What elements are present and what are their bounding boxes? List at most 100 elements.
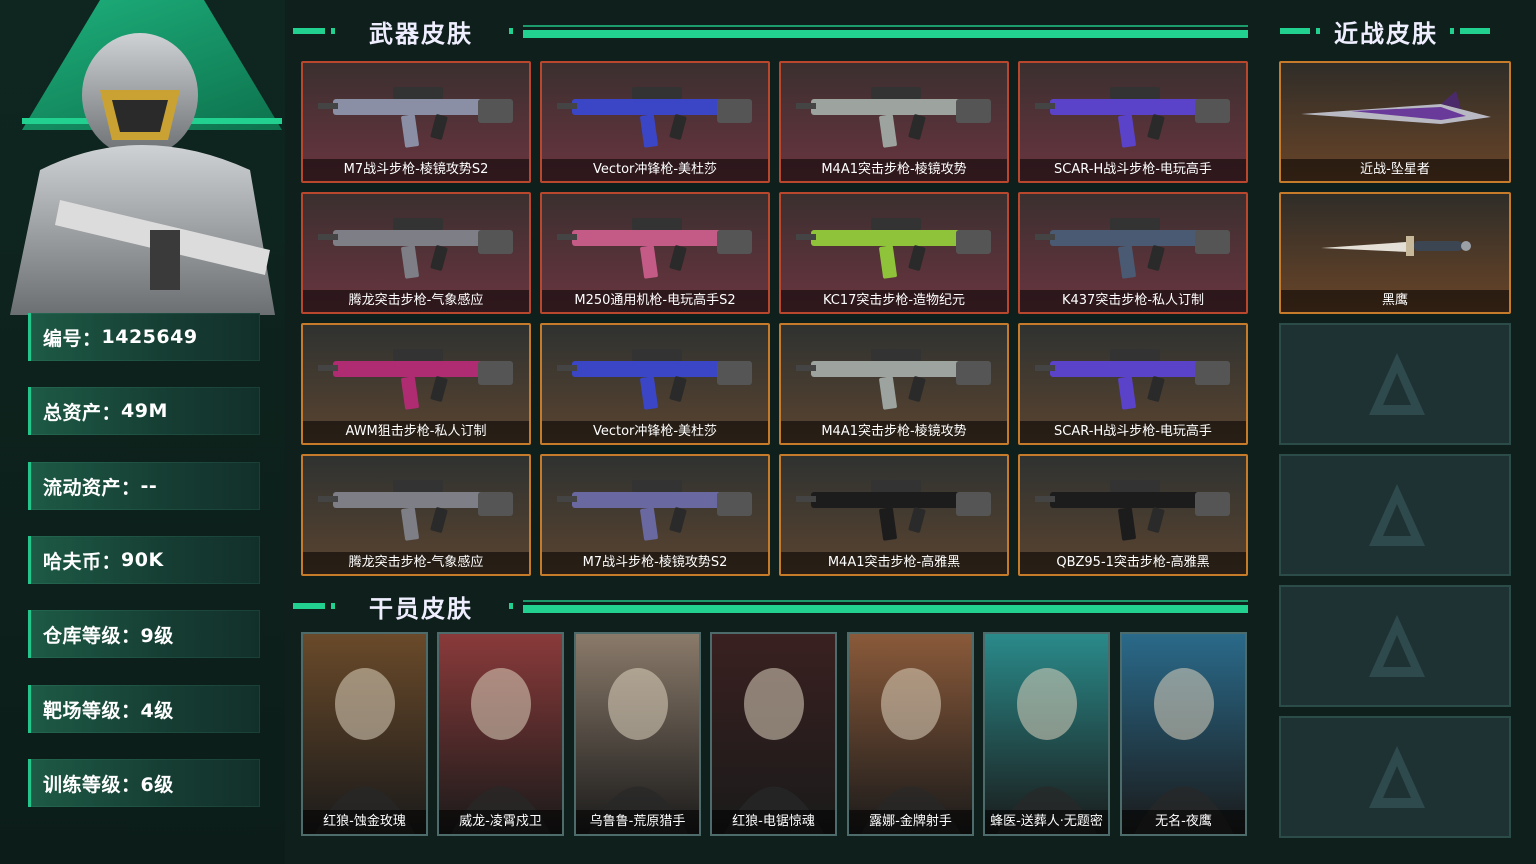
stat-id-value: 1425649 bbox=[101, 326, 198, 348]
weapon-card[interactable]: M4A1突击步枪-高雅黑 bbox=[779, 454, 1009, 576]
melee-skin-image bbox=[1301, 91, 1491, 124]
weapon-skin-image bbox=[557, 349, 752, 410]
empty-melee-slot[interactable] bbox=[1279, 585, 1511, 707]
weapon-card[interactable]: M4A1突击步枪-棱镜攻势 bbox=[779, 323, 1009, 445]
weapon-skin-image bbox=[557, 218, 752, 279]
stat-warehouse-level: 仓库等级： 9级 bbox=[28, 610, 260, 658]
weapon-card-label: M4A1突击步枪-高雅黑 bbox=[781, 552, 1007, 574]
operator-portrait-image bbox=[451, 668, 551, 834]
operator-card[interactable]: 无名-夜鹰 bbox=[1120, 632, 1247, 836]
operator-card[interactable]: 红狼-蚀金玫瑰 bbox=[301, 632, 428, 836]
operator-section-title: 干员皮肤 bbox=[369, 594, 473, 623]
weapon-skin-image bbox=[1035, 218, 1230, 279]
weapon-skin-image bbox=[796, 218, 991, 279]
stat-range-level-value: 4级 bbox=[140, 699, 174, 722]
operator-card[interactable]: 红狼-电锯惊魂 bbox=[710, 632, 837, 836]
header-decor bbox=[293, 28, 325, 34]
header-decor bbox=[509, 28, 513, 34]
melee-card-label: 近战-坠星者 bbox=[1281, 159, 1509, 181]
weapon-skin-image bbox=[1035, 480, 1230, 541]
stat-range-level-label: 靶场等级： bbox=[43, 699, 141, 722]
weapon-card[interactable]: Vector冲锋枪-美杜莎 bbox=[540, 323, 770, 445]
weapon-card-label: SCAR-H战斗步枪-电玩高手 bbox=[1020, 421, 1246, 443]
operator-card[interactable]: 乌鲁鲁-荒原猎手 bbox=[574, 632, 701, 836]
weapon-card-label: M4A1突击步枪-棱镜攻势 bbox=[781, 159, 1007, 181]
weapon-card[interactable]: K437突击步枪-私人订制 bbox=[1018, 192, 1248, 314]
weapon-card[interactable]: 腾龙突击步枪-气象感应 bbox=[301, 192, 531, 314]
weapon-skin-image bbox=[1035, 87, 1230, 148]
operator-portrait-image bbox=[724, 668, 824, 834]
operator-card[interactable]: 蜂医-送葬人·无题密令 bbox=[983, 632, 1110, 836]
operator-card-label: 无名-夜鹰 bbox=[1122, 810, 1245, 834]
operator-card-label: 威龙-凌霄戍卫 bbox=[439, 810, 562, 834]
melee-card-label: 黑鹰 bbox=[1281, 290, 1509, 312]
weapon-skin-image bbox=[796, 87, 991, 148]
stat-total-assets-label: 总资产： bbox=[43, 401, 122, 424]
weapon-card[interactable]: QBZ95-1突击步枪-高雅黑 bbox=[1018, 454, 1248, 576]
weapon-card[interactable]: SCAR-H战斗步枪-电玩高手 bbox=[1018, 61, 1248, 183]
stat-liquid-assets-value: -- bbox=[140, 475, 158, 497]
weapon-card[interactable]: M7战斗步枪-棱镜攻势S2 bbox=[301, 61, 531, 183]
empty-melee-slot[interactable] bbox=[1279, 716, 1511, 838]
weapon-card-label: Vector冲锋枪-美杜莎 bbox=[542, 421, 768, 443]
stat-hafu-coin-value: 90K bbox=[121, 549, 164, 571]
operator-card-label: 乌鲁鲁-荒原猎手 bbox=[576, 810, 699, 834]
weapon-skin-image bbox=[796, 349, 991, 410]
weapon-card[interactable]: M7战斗步枪-棱镜攻势S2 bbox=[540, 454, 770, 576]
stat-warehouse-level-value: 9级 bbox=[140, 624, 174, 647]
stat-liquid-assets-label: 流动资产： bbox=[43, 476, 141, 499]
stat-range-level: 靶场等级： 4级 bbox=[28, 685, 260, 733]
weapon-card-label: Vector冲锋枪-美杜莎 bbox=[542, 159, 768, 181]
operator-card-label: 露娜-金牌射手 bbox=[849, 810, 972, 834]
melee-card[interactable]: 近战-坠星者 bbox=[1279, 61, 1511, 183]
stat-id-label: 编号： bbox=[43, 327, 102, 350]
weapon-card-label: M7战斗步枪-棱镜攻势S2 bbox=[303, 159, 529, 181]
stat-training-level: 训练等级： 6级 bbox=[28, 759, 260, 807]
stat-hafu-coin-label: 哈夫币： bbox=[43, 550, 122, 573]
stat-liquid-assets: 流动资产： -- bbox=[28, 462, 260, 510]
operator-card[interactable]: 威龙-凌霄戍卫 bbox=[437, 632, 564, 836]
melee-card[interactable]: 黑鹰 bbox=[1279, 192, 1511, 314]
weapon-skin-image bbox=[318, 480, 513, 541]
operator-card[interactable]: 露娜-金牌射手 bbox=[847, 632, 974, 836]
weapon-skin-image bbox=[318, 87, 513, 148]
operator-card-label: 红狼-蚀金玫瑰 bbox=[303, 810, 426, 834]
header-decor bbox=[1280, 28, 1310, 34]
operator-portrait-image bbox=[315, 668, 415, 834]
weapon-skin-image bbox=[557, 480, 752, 541]
melee-section-header: 近战皮肤 bbox=[1280, 16, 1510, 48]
weapon-section-header: 武器皮肤 bbox=[293, 16, 1248, 48]
weapon-card-label: KC17突击步枪-造物纪元 bbox=[781, 290, 1007, 312]
operator-portrait bbox=[10, 33, 275, 315]
header-decor bbox=[331, 603, 335, 609]
weapon-card[interactable]: SCAR-H战斗步枪-电玩高手 bbox=[1018, 323, 1248, 445]
weapon-skin-image bbox=[318, 218, 513, 279]
weapon-card-label: M7战斗步枪-棱镜攻势S2 bbox=[542, 552, 768, 574]
knife-skin-image bbox=[1321, 236, 1471, 256]
melee-section-title: 近战皮肤 bbox=[1334, 19, 1438, 48]
header-decor bbox=[509, 603, 513, 609]
header-decor bbox=[1450, 28, 1454, 34]
header-decor bbox=[293, 603, 325, 609]
weapon-card-label: M250通用机枪-电玩高手S2 bbox=[542, 290, 768, 312]
weapon-card[interactable]: KC17突击步枪-造物纪元 bbox=[779, 192, 1009, 314]
weapon-card[interactable]: AWM狙击步枪-私人订制 bbox=[301, 323, 531, 445]
empty-melee-slot[interactable] bbox=[1279, 323, 1511, 445]
stat-total-assets-value: 49M bbox=[121, 400, 168, 422]
weapon-card-label: M4A1突击步枪-棱镜攻势 bbox=[781, 421, 1007, 443]
weapon-section-title: 武器皮肤 bbox=[369, 19, 473, 48]
weapon-skin-image bbox=[557, 87, 752, 148]
empty-melee-slot[interactable] bbox=[1279, 454, 1511, 576]
stat-training-level-label: 训练等级： bbox=[43, 773, 141, 796]
weapon-skin-image bbox=[1035, 349, 1230, 410]
weapon-card[interactable]: M4A1突击步枪-棱镜攻势 bbox=[779, 61, 1009, 183]
header-decor bbox=[331, 28, 335, 34]
operator-portrait-image bbox=[1134, 668, 1234, 834]
stat-training-level-value: 6级 bbox=[140, 773, 174, 796]
stat-id: 编号： 1425649 bbox=[28, 313, 260, 361]
stat-hafu-coin: 哈夫币： 90K bbox=[28, 536, 260, 584]
weapon-card[interactable]: 腾龙突击步枪-气象感应 bbox=[301, 454, 531, 576]
weapon-card[interactable]: M250通用机枪-电玩高手S2 bbox=[540, 192, 770, 314]
weapon-card[interactable]: Vector冲锋枪-美杜莎 bbox=[540, 61, 770, 183]
operator-portrait-image bbox=[997, 668, 1097, 834]
